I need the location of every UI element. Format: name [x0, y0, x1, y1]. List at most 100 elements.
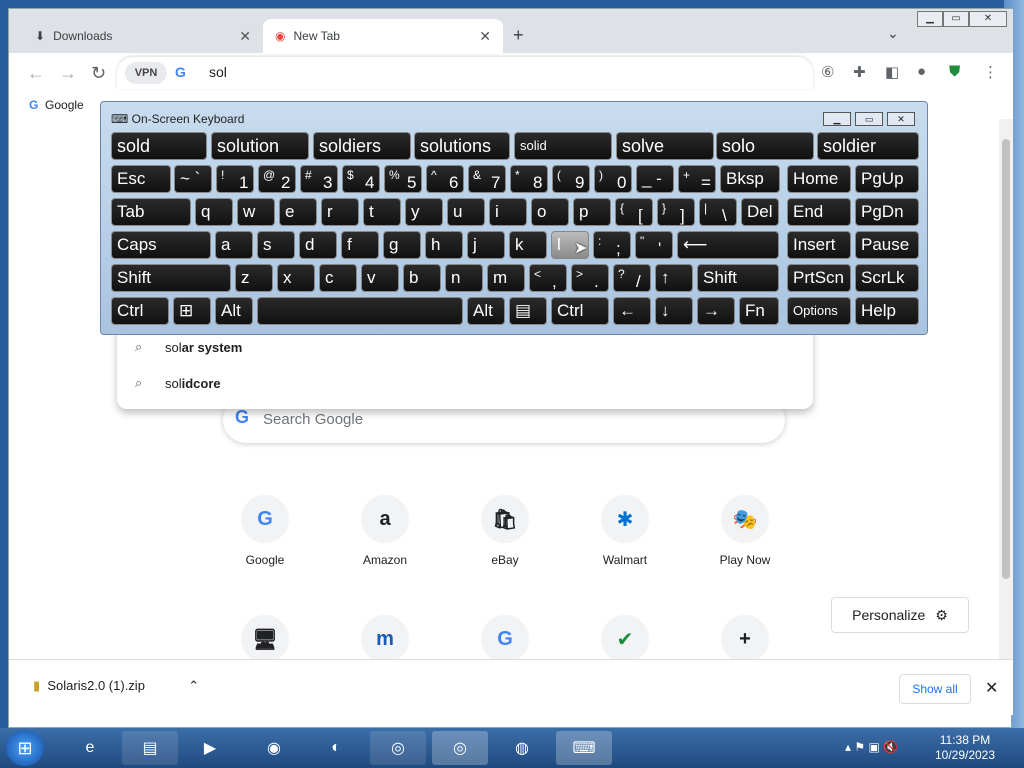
- chevron-up-icon[interactable]: ⌃: [188, 678, 199, 693]
- key-g[interactable]: g: [383, 231, 421, 259]
- key-equals[interactable]: + =: [678, 165, 716, 193]
- key-5[interactable]: % 5: [384, 165, 422, 193]
- key-x[interactable]: x: [277, 264, 315, 292]
- key-8[interactable]: * 8: [510, 165, 548, 193]
- key-prtscn[interactable]: PrtScn: [787, 264, 851, 292]
- key-minus[interactable]: _ -: [636, 165, 674, 193]
- prediction-key[interactable]: solve: [616, 132, 714, 160]
- key-7[interactable]: & 7: [468, 165, 506, 193]
- key-y[interactable]: y: [405, 198, 443, 226]
- suggestion-item[interactable]: ⌕ sol idcore: [117, 365, 813, 401]
- key-e[interactable]: e: [279, 198, 317, 226]
- key-q[interactable]: q: [195, 198, 233, 226]
- vpn-browser-icon[interactable]: ◎: [370, 731, 426, 765]
- key-h[interactable]: h: [425, 231, 463, 259]
- key-alt-left[interactable]: Alt: [215, 297, 253, 325]
- key-esc[interactable]: Esc: [111, 165, 171, 193]
- key-b[interactable]: b: [403, 264, 441, 292]
- minimize-button[interactable]: ▁: [823, 112, 851, 126]
- omnibox-input[interactable]: sol: [209, 64, 227, 80]
- key-semicolon[interactable]: :;: [593, 231, 631, 259]
- key-6[interactable]: ^ 6: [426, 165, 464, 193]
- key-2[interactable]: @2: [258, 165, 296, 193]
- close-tab-icon[interactable]: ✕: [479, 28, 491, 45]
- tab-downloads[interactable]: ⬇ Downloads ✕: [23, 19, 263, 53]
- key-t[interactable]: t: [363, 198, 401, 226]
- key-s[interactable]: s: [257, 231, 295, 259]
- shield-icon[interactable]: ⛊: [949, 63, 960, 80]
- vpn-button[interactable]: VPN: [125, 62, 167, 84]
- omnibox[interactable]: VPN G sol: [117, 57, 813, 89]
- key-arrow-down[interactable]: ↓: [655, 297, 693, 325]
- add-shortcut[interactable]: +: [695, 615, 795, 663]
- firefox-icon[interactable]: ◍: [494, 731, 550, 765]
- key-k[interactable]: k: [509, 231, 547, 259]
- key-arrow-right[interactable]: →: [697, 297, 735, 325]
- clock[interactable]: 11:38 PM 10/29/2023: [930, 733, 1000, 763]
- key-0[interactable]: ) 0: [594, 165, 632, 193]
- new-tab-button[interactable]: +: [513, 25, 524, 46]
- key-1[interactable]: ! 1: [216, 165, 254, 193]
- key-fn[interactable]: Fn: [739, 297, 779, 325]
- menu-icon[interactable]: ⋮: [983, 63, 998, 81]
- key-arrow-up[interactable]: ↑: [655, 264, 693, 292]
- key-w[interactable]: w: [237, 198, 275, 226]
- shortcut-6[interactable]: m: [335, 615, 435, 663]
- prediction-key[interactable]: solution: [211, 132, 309, 160]
- tab-new-tab[interactable]: ◉ New Tab ✕: [263, 19, 503, 53]
- extension-6-icon[interactable]: ⑥: [821, 63, 834, 81]
- shortcut-amazon[interactable]: a Amazon: [335, 495, 435, 567]
- edge-icon[interactable]: ◐: [308, 731, 364, 765]
- download-item[interactable]: ▮ Solaris2.0 (1).zip ⌃: [33, 678, 199, 694]
- minimize-button[interactable]: ▁: [917, 11, 943, 27]
- close-icon[interactable]: ✕: [985, 678, 998, 698]
- close-button[interactable]: ✕: [887, 112, 915, 126]
- shortcut-google[interactable]: G Google: [215, 495, 315, 567]
- key-arrow-left[interactable]: ←: [613, 297, 651, 325]
- system-tray[interactable]: ▴ ⚑ ▣ 🔇: [845, 740, 898, 754]
- prediction-key[interactable]: sold: [111, 132, 207, 160]
- key-space[interactable]: [257, 297, 463, 325]
- key-period[interactable]: >.: [571, 264, 609, 292]
- key-bracket-right[interactable]: }]: [657, 198, 695, 226]
- puzzle-icon[interactable]: ✚: [853, 63, 866, 81]
- side-panel-icon[interactable]: ◧: [885, 63, 899, 81]
- vpn-browser-icon[interactable]: ◎: [432, 731, 488, 765]
- key-end[interactable]: End: [787, 198, 851, 226]
- key-v[interactable]: v: [361, 264, 399, 292]
- key-backslash[interactable]: | \: [699, 198, 737, 226]
- key-bracket-left[interactable]: {[: [615, 198, 653, 226]
- key-9[interactable]: (9: [552, 165, 590, 193]
- key-4[interactable]: $4: [342, 165, 380, 193]
- key-o[interactable]: o: [531, 198, 569, 226]
- key-j[interactable]: j: [467, 231, 505, 259]
- shortcut-7[interactable]: G: [455, 615, 555, 663]
- key-windows[interactable]: ⊞: [173, 297, 211, 325]
- key-enter[interactable]: ⟵: [677, 231, 779, 259]
- shortcut-walmart[interactable]: ✱ Walmart: [575, 495, 675, 567]
- scrollbar[interactable]: [999, 119, 1013, 659]
- key-pgdn[interactable]: PgDn: [855, 198, 919, 226]
- personalize-button[interactable]: Personalize ⚙: [831, 597, 969, 633]
- shortcut-5[interactable]: 🖥: [215, 615, 315, 663]
- prediction-key[interactable]: solid: [514, 132, 612, 160]
- key-pgup[interactable]: PgUp: [855, 165, 919, 193]
- key-d[interactable]: d: [299, 231, 337, 259]
- key-comma[interactable]: <,: [529, 264, 567, 292]
- explorer-icon[interactable]: ▤: [122, 731, 178, 765]
- forward-icon[interactable]: →: [59, 63, 77, 84]
- key-quote[interactable]: " ': [635, 231, 673, 259]
- key-insert[interactable]: Insert: [787, 231, 851, 259]
- key-pause[interactable]: Pause: [855, 231, 919, 259]
- key-ctrl-right[interactable]: Ctrl: [551, 297, 609, 325]
- key-caps[interactable]: Caps: [111, 231, 211, 259]
- key-i[interactable]: i: [489, 198, 527, 226]
- key-z[interactable]: z: [235, 264, 273, 292]
- prediction-key[interactable]: soldiers: [313, 132, 411, 160]
- key-menu[interactable]: ▤: [509, 297, 547, 325]
- key-3[interactable]: #3: [300, 165, 338, 193]
- shortcut-ebay[interactable]: 🛍 eBay: [455, 495, 555, 567]
- key-alt-right[interactable]: Alt: [467, 297, 505, 325]
- key-a[interactable]: a: [215, 231, 253, 259]
- restore-button[interactable]: ▭: [855, 112, 883, 126]
